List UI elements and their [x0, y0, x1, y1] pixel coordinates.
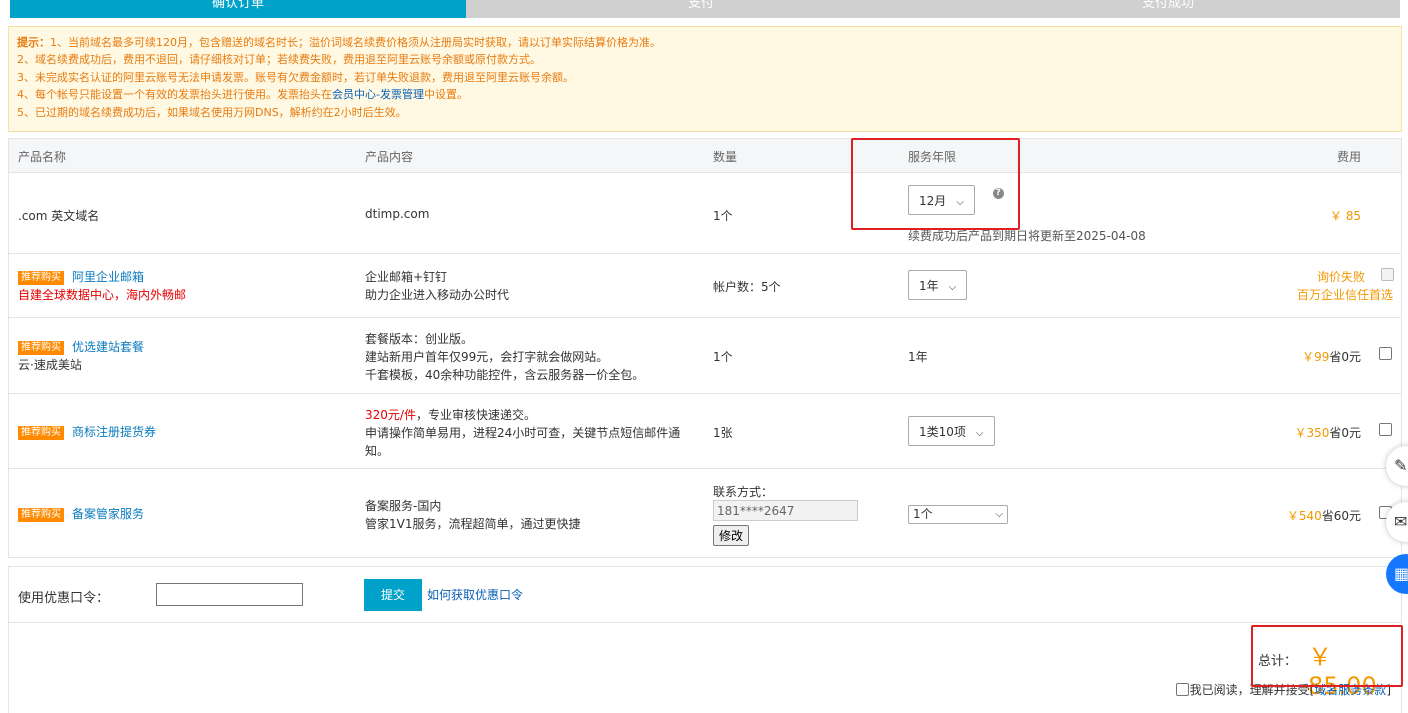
table-row-trademark: 推荐购买 商标注册提货券 320元/件，专业审核快速递交。 申请操作简单易用，进程… — [9, 393, 1401, 468]
product-price: ￥99 — [1302, 350, 1330, 364]
invoice-management-link[interactable]: 会员中心-发票管理 — [332, 88, 424, 101]
agree-checkbox[interactable] — [1175, 683, 1189, 696]
contact-label: 联系方式： — [713, 485, 774, 499]
tips-head: 提示： — [17, 36, 50, 49]
coupon-section: 使用优惠口令： 提交 如何获取优惠口令 — [8, 566, 1402, 623]
chevron-down-icon: ⌵ — [995, 509, 1003, 520]
product-price: ￥540 — [1286, 509, 1322, 523]
product-link[interactable]: 备案管家服务 — [72, 507, 144, 521]
header-quantity: 数量 — [713, 150, 738, 164]
order-table: 产品名称 产品内容 数量 服务年限 费用 .com 英文域名 dtimp.com… — [8, 138, 1402, 558]
product-qty: 1个 — [713, 209, 733, 223]
grid-icon: ▦ — [1394, 564, 1408, 583]
table-row-filing: 推荐购买 备案管家服务 备案服务-国内 管家1V1服务，流程超简单，通过更快捷 联… — [9, 468, 1401, 557]
edit-button[interactable]: 修改 — [713, 525, 750, 546]
table-row-domain: .com 英文域名 dtimp.com 1个 12月 ⌵ ? 续费成功后产品到期日… — [9, 172, 1401, 253]
coupon-input[interactable] — [156, 583, 303, 606]
table-row-enterprise-mail: 推荐购买 阿里企业邮箱 自建全球数据中心，海内外畅邮 企业邮箱+钉钉 助力企业进入… — [9, 253, 1401, 317]
service-period: 1年 — [908, 350, 928, 364]
select-checkbox[interactable] — [1381, 268, 1394, 281]
quantity-select[interactable]: 1个 ⌵ — [908, 505, 1008, 524]
product-content: dtimp.com — [365, 207, 430, 221]
table-header: 产品名称 产品内容 数量 服务年限 费用 — [9, 139, 1401, 172]
step-pay: 支付 — [466, 0, 936, 18]
how-to-get-coupon-link[interactable]: 如何获取优惠口令 — [427, 586, 523, 603]
saving: 省60元 — [1321, 509, 1361, 523]
product-fee: ￥ 85 — [1329, 209, 1361, 223]
recommend-badge: 推荐购买 — [18, 508, 64, 522]
header-product-content: 产品内容 — [365, 150, 414, 164]
chat-icon: ✉ — [1394, 512, 1408, 531]
tip-line-2: 2、域名续费成功后，费用不退回，请仔细核对订单；若续费失败，费用退至阿里云账号余… — [17, 53, 541, 67]
product-name: .com 英文域名 — [18, 209, 100, 223]
tips-panel: 提示：1、当前域名最多可续120月，包含赠送的域名时长；溢价词域名续费价格须从注… — [8, 26, 1402, 132]
total-section: 总计： ￥ 85.00 我已阅读，理解并接受[域名服务条款] — [8, 622, 1402, 713]
pencil-icon: ✎ — [1394, 456, 1408, 475]
fee-status: 询价失败 — [1316, 270, 1365, 284]
product-qty: 1张 — [713, 426, 733, 440]
tip-line-5: 5、已过期的域名续费成功后，如果域名使用万网DNS，解析约在2小时后生效。 — [17, 105, 407, 119]
fee-note: 百万企业信任首选 — [1296, 288, 1393, 302]
step-confirm-order: 确认订单 — [10, 0, 466, 18]
coupon-label: 使用优惠口令： — [18, 591, 110, 606]
order-steps: 确认订单 支付 支付成功 — [10, 0, 1400, 18]
product-qty: 帐户数：5个 — [713, 280, 781, 294]
chevron-down-icon: ⌵ — [975, 428, 984, 439]
class-select[interactable]: 1类10项 ⌵ — [908, 416, 995, 446]
coupon-submit-button[interactable]: 提交 — [364, 579, 422, 611]
saving: 省0元 — [1329, 426, 1361, 440]
chevron-down-icon: ⌵ — [948, 282, 957, 293]
product-subtitle: 云·速成美站 — [18, 358, 82, 372]
product-qty: 1个 — [713, 350, 733, 364]
tip-line-4: 4、每个帐号只能设置一个有效的发票抬头进行使用。发票抬头在会员中心-发票管理中设… — [17, 88, 468, 102]
saving: 省0元 — [1329, 350, 1361, 364]
select-checkbox[interactable] — [1379, 347, 1392, 360]
recommend-badge: 推荐购买 — [18, 341, 64, 355]
recommend-badge: 推荐购买 — [18, 426, 64, 440]
header-fee: 费用 — [1336, 150, 1361, 164]
recommend-badge: 推荐购买 — [18, 271, 64, 285]
header-product-name: 产品名称 — [18, 150, 67, 164]
tip-line-1: 1、当前域名最多可续120月，包含赠送的域名时长；溢价词域名续费价格须从注册局实… — [50, 36, 661, 49]
highlight-service-period — [851, 138, 1020, 230]
product-subtitle: 自建全球数据中心，海内外畅邮 — [18, 288, 187, 302]
step-pay-success: 支付成功 — [936, 0, 1400, 18]
product-link[interactable]: 阿里企业邮箱 — [72, 270, 144, 284]
product-price: ￥350 — [1294, 426, 1330, 440]
highlight-total — [1251, 625, 1403, 687]
tip-line-3: 3、未完成实名认证的阿里云账号无法申请发票。账号有欠费金额时，若订单失败退款，费… — [17, 70, 574, 84]
phone-field: 181****2647 — [713, 500, 858, 521]
table-row-website: 推荐购买 优选建站套餐 云·速成美站 套餐版本：创业版。 建站新用户首年仅99元，… — [9, 317, 1401, 393]
period-select[interactable]: 1年 ⌵ — [908, 270, 968, 300]
product-link[interactable]: 优选建站套餐 — [72, 340, 144, 354]
product-link[interactable]: 商标注册提货券 — [72, 425, 156, 439]
select-checkbox[interactable] — [1379, 423, 1392, 436]
